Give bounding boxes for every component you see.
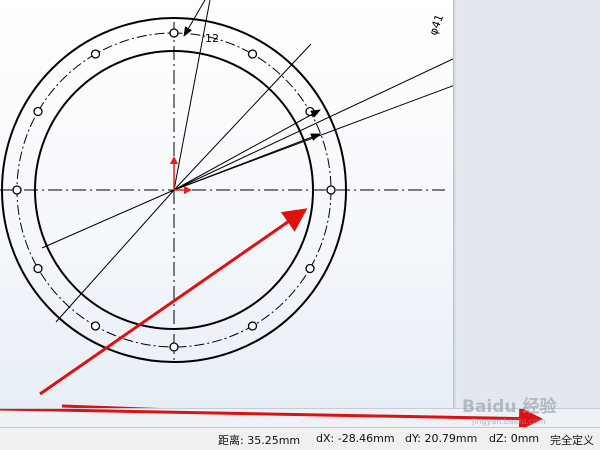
bolt-hole[interactable]	[305, 263, 315, 274]
diameter-dimension-label[interactable]: φ41	[427, 13, 446, 37]
bolt-hole[interactable]	[169, 342, 179, 352]
bolt-hole[interactable]	[169, 28, 179, 38]
side-panel	[453, 0, 600, 408]
sketch-drawing[interactable]: 12 φ41	[0, 0, 453, 408]
bolt-hole[interactable]	[247, 321, 258, 331]
dimension-leader-diameter[interactable]	[173, 109, 321, 191]
bolt-hole[interactable]	[247, 49, 258, 59]
construction-lines	[41, 0, 453, 323]
bolt-hole[interactable]	[326, 185, 336, 195]
hole-count-label[interactable]: 12	[205, 32, 219, 45]
sketch-canvas[interactable]: 12 φ41	[0, 0, 453, 408]
bolt-hole[interactable]	[90, 321, 101, 331]
canvas-bottom-strip	[0, 408, 600, 428]
annotation-arrow-extension	[0, 409, 543, 428]
status-dy: dY: 20.79mm	[405, 432, 478, 445]
bolt-hole[interactable]	[33, 263, 43, 274]
annotation-arrow-to-circle	[39, 208, 308, 396]
bolt-hole[interactable]	[90, 49, 101, 59]
status-bar: 距离: 35.25mm dX: -28.46mm dY: 20.79mm dZ:…	[0, 427, 600, 450]
status-dx: dX: -28.46mm	[316, 432, 395, 445]
bolt-hole[interactable]	[33, 106, 43, 117]
bolt-hole[interactable]	[12, 185, 22, 195]
status-sketch-state: 完全定义	[550, 434, 594, 447]
panel-divider[interactable]	[454, 0, 458, 408]
status-dz: dZ: 0mm	[489, 432, 540, 445]
status-distance: 距离: 35.25mm	[218, 434, 301, 447]
dimension-leader-diameter-2[interactable]	[173, 133, 321, 191]
